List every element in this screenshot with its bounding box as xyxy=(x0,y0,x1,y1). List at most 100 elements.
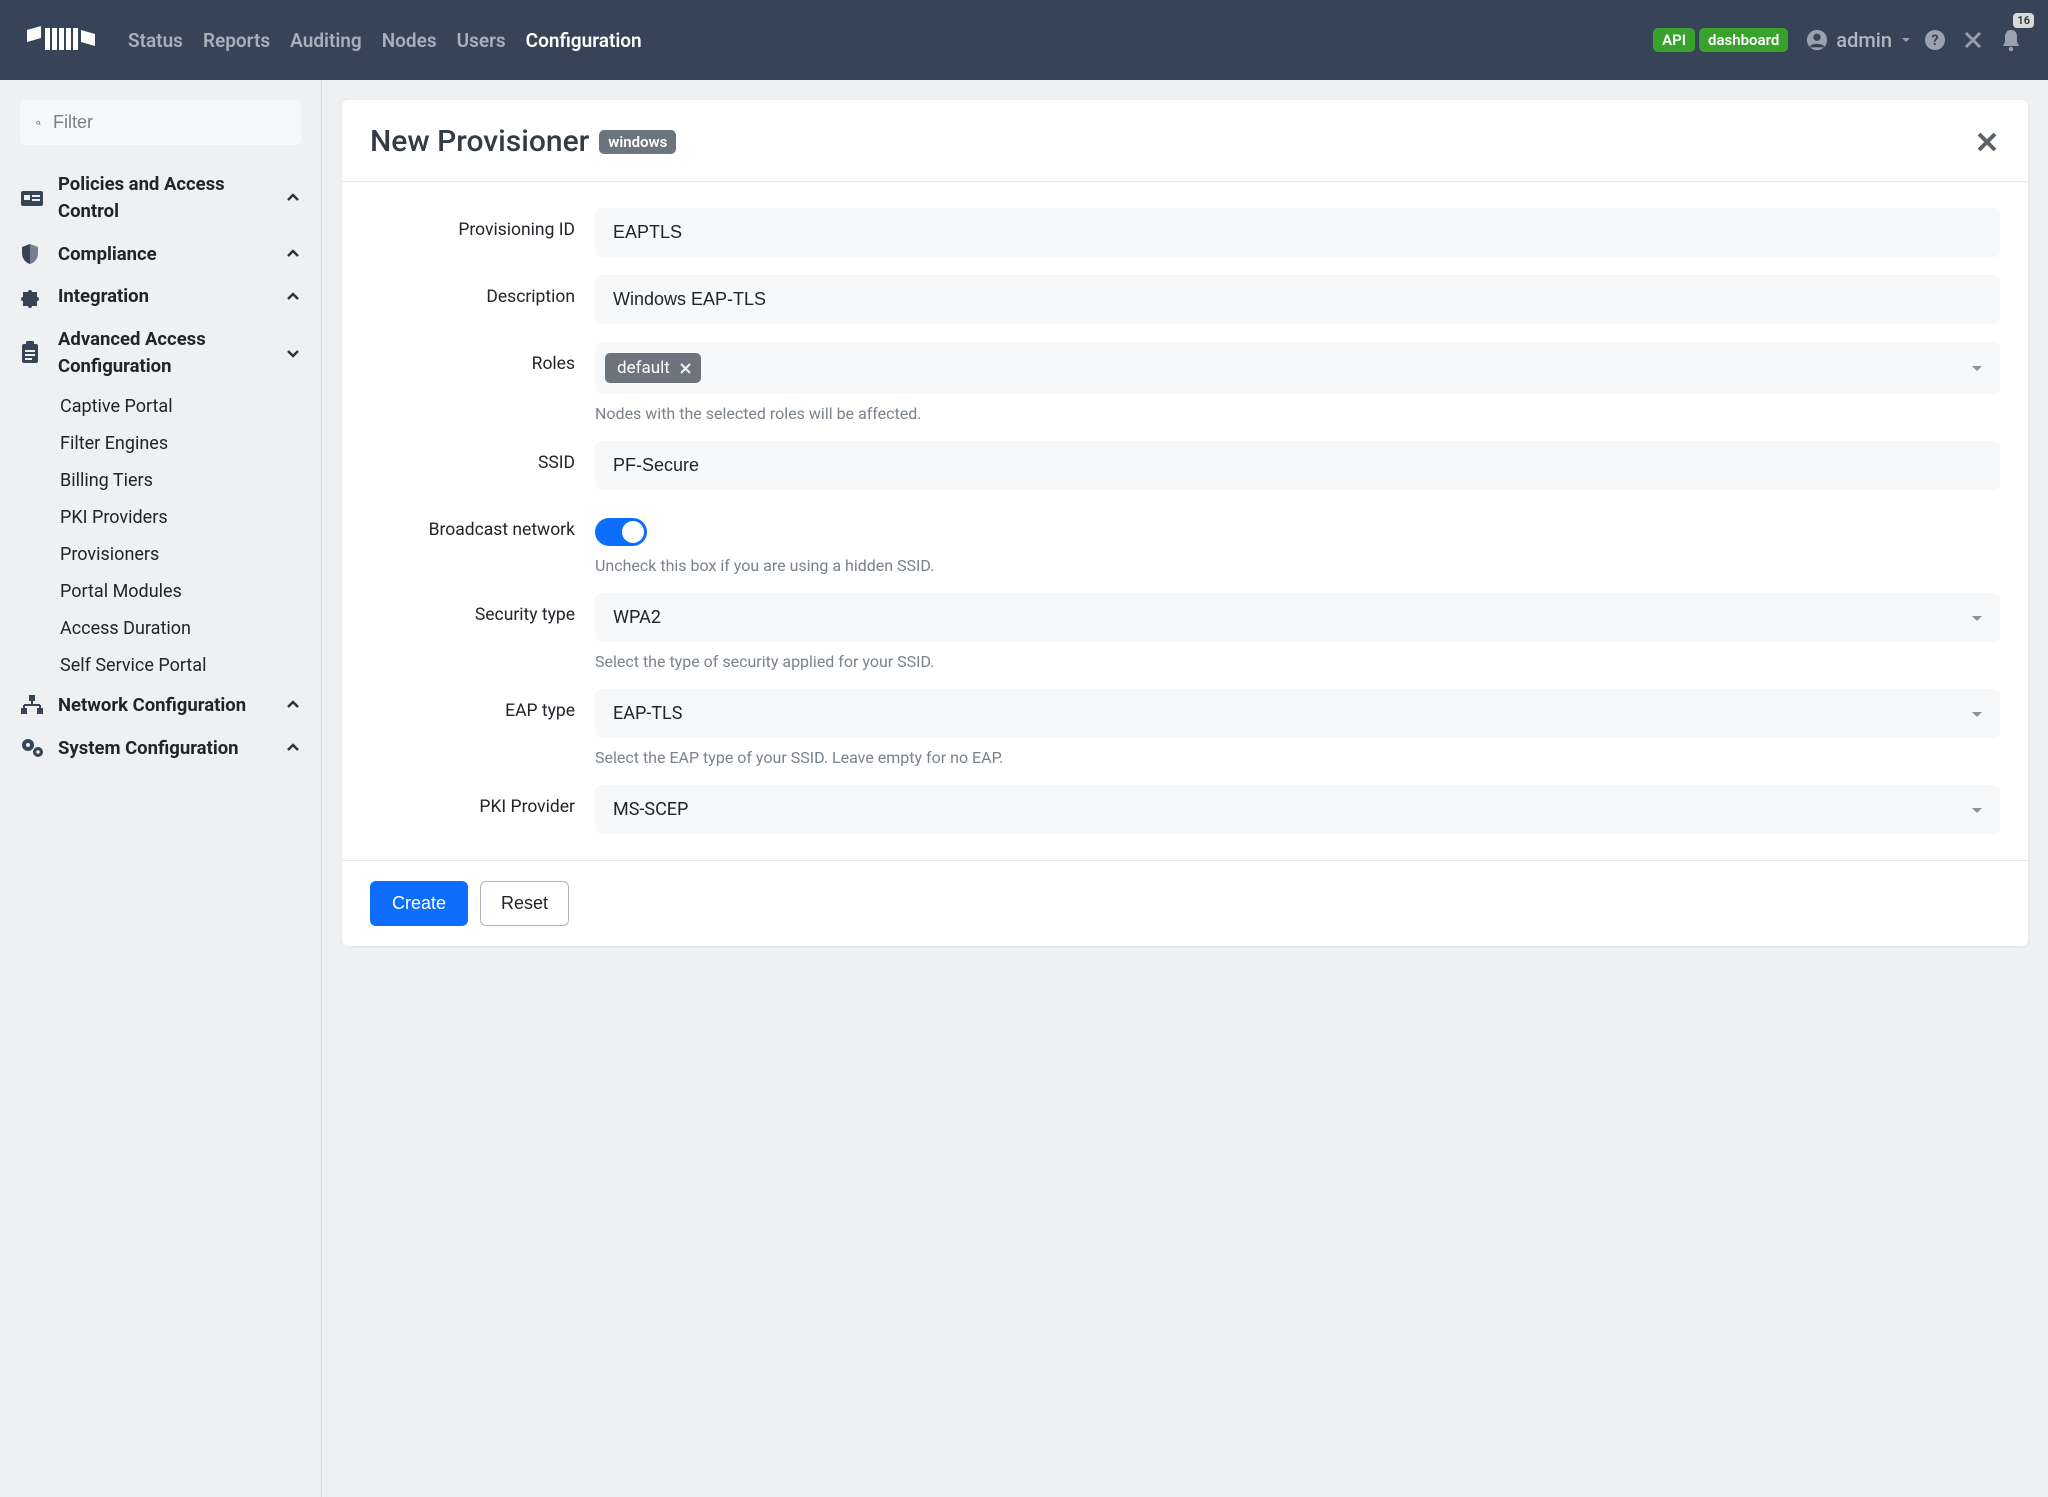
row-broadcast: Broadcast network Uncheck this box if yo… xyxy=(370,508,2000,575)
sidebar-filter-input[interactable] xyxy=(53,112,285,133)
nav-auditing[interactable]: Auditing xyxy=(290,29,362,52)
tools-button[interactable] xyxy=(1958,25,1988,55)
logo-icon xyxy=(23,18,103,62)
card-header: New Provisioner windows xyxy=(342,100,2028,182)
card-footer: Create Reset xyxy=(342,860,2028,946)
close-icon xyxy=(1974,129,2000,155)
dashboard-badge[interactable]: dashboard xyxy=(1699,28,1788,52)
network-icon xyxy=(20,695,58,715)
label-eap-type: EAP type xyxy=(370,689,595,721)
nav-nodes[interactable]: Nodes xyxy=(382,29,437,52)
chevron-up-icon xyxy=(285,697,301,713)
sidebar-filter[interactable] xyxy=(20,100,301,145)
sidebar-label: System Configuration xyxy=(58,735,285,762)
x-icon xyxy=(680,363,691,374)
select-eap-type[interactable]: EAP-TLS xyxy=(595,689,2000,738)
close-button[interactable] xyxy=(1974,129,2000,155)
sidebar-section-network-config[interactable]: Network Configuration xyxy=(20,684,301,727)
security-type-help: Select the type of security applied for … xyxy=(595,652,2000,671)
chevron-up-icon xyxy=(285,740,301,756)
nav-configuration[interactable]: Configuration xyxy=(526,29,642,52)
chevron-up-icon xyxy=(285,289,301,305)
roles-help: Nodes with the selected roles will be af… xyxy=(595,404,2000,423)
sidebar-section-integration[interactable]: Integration xyxy=(20,275,301,318)
page-title: New Provisioner xyxy=(370,124,589,159)
bell-icon xyxy=(2000,28,2022,52)
select-pki-provider[interactable]: MS-SCEP xyxy=(595,785,2000,834)
label-broadcast: Broadcast network xyxy=(370,508,595,540)
roles-multiselect[interactable]: default xyxy=(595,342,2000,394)
clipboard-icon xyxy=(20,341,58,365)
sidebar-section-policies[interactable]: Policies and Access Control xyxy=(20,163,301,233)
select-value: EAP-TLS xyxy=(613,703,682,724)
sidebar-label: Compliance xyxy=(58,241,285,268)
sidebar-item-provisioners[interactable]: Provisioners xyxy=(60,536,301,573)
sidebar-label: Integration xyxy=(58,283,285,310)
chevron-down-icon xyxy=(285,345,301,361)
nav-links: Status Reports Auditing Nodes Users Conf… xyxy=(128,29,642,52)
caret-down-icon xyxy=(1900,34,1912,46)
shield-icon xyxy=(20,243,58,265)
bell-count-badge: 16 xyxy=(2013,13,2034,28)
api-badge[interactable]: API xyxy=(1653,28,1695,52)
help-icon: ? xyxy=(1923,28,1947,52)
broadcast-help: Uncheck this box if you are using a hidd… xyxy=(595,556,2000,575)
broadcast-toggle[interactable] xyxy=(595,518,647,546)
label-description: Description xyxy=(370,275,595,307)
svg-text:?: ? xyxy=(1931,31,1938,49)
sidebar-item-billing-tiers[interactable]: Billing Tiers xyxy=(60,462,301,499)
chevron-up-icon xyxy=(285,246,301,262)
role-tag-remove[interactable] xyxy=(680,363,691,374)
select-value: WPA2 xyxy=(613,607,661,628)
row-eap-type: EAP type EAP-TLS Select the EAP type of … xyxy=(370,689,2000,767)
sidebar-item-access-duration[interactable]: Access Duration xyxy=(60,610,301,647)
row-roles: Roles default Nodes with the selected xyxy=(370,342,2000,423)
eap-type-help: Select the EAP type of your SSID. Leave … xyxy=(595,748,2000,767)
sidebar-item-pki-providers[interactable]: PKI Providers xyxy=(60,499,301,536)
row-ssid: SSID xyxy=(370,441,2000,490)
sidebar-item-filter-engines[interactable]: Filter Engines xyxy=(60,425,301,462)
select-security-type[interactable]: WPA2 xyxy=(595,593,2000,642)
reset-button[interactable]: Reset xyxy=(480,881,569,926)
label-ssid: SSID xyxy=(370,441,595,473)
chevron-up-icon xyxy=(285,190,301,206)
tools-icon xyxy=(1961,28,1985,52)
select-value: MS-SCEP xyxy=(613,799,688,820)
sidebar-item-self-service[interactable]: Self Service Portal xyxy=(60,647,301,684)
dropdown-caret-icon xyxy=(1970,361,1984,375)
user-menu[interactable]: admin xyxy=(1806,28,1912,52)
dropdown-caret-icon xyxy=(1970,707,1984,721)
dropdown-caret-icon xyxy=(1970,611,1984,625)
label-provisioning-id: Provisioning ID xyxy=(370,208,595,240)
sidebar-section-advanced-access[interactable]: Advanced Access Configuration xyxy=(20,318,301,388)
sidebar-subitems-advanced: Captive Portal Filter Engines Billing Ti… xyxy=(20,388,301,684)
app-logo xyxy=(22,15,104,65)
help-button[interactable]: ? xyxy=(1920,25,1950,55)
provisioner-card: New Provisioner windows Provisioning ID … xyxy=(342,100,2028,946)
input-ssid[interactable] xyxy=(595,441,2000,490)
label-pki-provider: PKI Provider xyxy=(370,785,595,817)
row-security-type: Security type WPA2 Select the type of se… xyxy=(370,593,2000,671)
puzzle-icon xyxy=(20,286,58,308)
dropdown-caret-icon xyxy=(1970,803,1984,817)
nav-status[interactable]: Status xyxy=(128,29,183,52)
input-description[interactable] xyxy=(595,275,2000,324)
sidebar-item-captive-portal[interactable]: Captive Portal xyxy=(60,388,301,425)
label-roles: Roles xyxy=(370,342,595,374)
nav-users[interactable]: Users xyxy=(457,29,506,52)
sidebar: Policies and Access Control Compliance I… xyxy=(0,80,322,1497)
sidebar-section-system-config[interactable]: System Configuration xyxy=(20,727,301,770)
nav-reports[interactable]: Reports xyxy=(203,29,270,52)
notifications-button[interactable]: 16 xyxy=(1996,25,2026,55)
sidebar-label: Advanced Access Configuration xyxy=(58,326,285,380)
label-security-type: Security type xyxy=(370,593,595,625)
sidebar-item-portal-modules[interactable]: Portal Modules xyxy=(60,573,301,610)
create-button[interactable]: Create xyxy=(370,881,468,926)
sidebar-section-compliance[interactable]: Compliance xyxy=(20,233,301,276)
sidebar-label: Policies and Access Control xyxy=(58,171,285,225)
username-label: admin xyxy=(1836,28,1892,52)
role-tag: default xyxy=(605,353,701,383)
search-icon xyxy=(36,114,41,132)
row-pki-provider: PKI Provider MS-SCEP xyxy=(370,785,2000,834)
input-provisioning-id[interactable] xyxy=(595,208,2000,257)
